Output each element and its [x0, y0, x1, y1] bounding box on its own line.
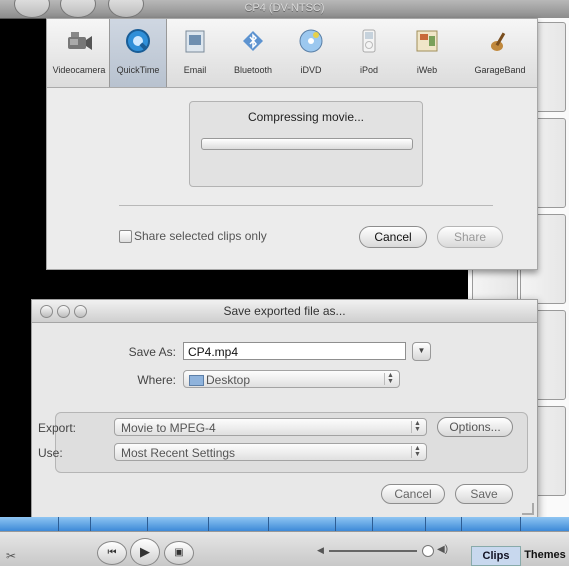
tab-label: iPod — [359, 65, 378, 75]
clips-button[interactable]: Clips — [471, 546, 521, 566]
timeline-tick — [90, 517, 91, 531]
export-options-box: Export: Movie to MPEG-4 ▲ ▼ Options... Us… — [38, 412, 528, 473]
timeline-tick — [268, 517, 269, 531]
tab-label: QuickTime — [116, 65, 160, 75]
where-label: Where: — [137, 373, 176, 387]
rewind-button[interactable]: ⏮ — [97, 541, 127, 565]
save-dialog-title-bar: Save exported file as... — [32, 300, 537, 323]
fullscreen-play-button[interactable]: ▣ — [164, 541, 194, 565]
divider — [119, 205, 493, 206]
timeline-tick — [335, 517, 336, 531]
cancel-button[interactable]: Cancel — [359, 226, 427, 248]
volume-knob[interactable] — [422, 545, 434, 557]
progress-bar — [201, 138, 413, 150]
rewind-icon: ⏮ — [107, 547, 117, 558]
save-as-field[interactable]: CP4.mp4 — [183, 342, 406, 360]
tab-label: Videocamera — [52, 65, 106, 75]
timeline-tick — [58, 517, 59, 531]
email-icon — [185, 30, 205, 53]
timeline-tick — [147, 517, 148, 531]
videocamera-icon — [68, 32, 92, 50]
export-value: Movie to MPEG-4 — [121, 421, 216, 435]
progress-panel: Compressing movie... — [189, 101, 423, 187]
export-label: Export: — [38, 421, 77, 435]
save-dialog-save-button[interactable]: Save — [455, 484, 513, 504]
save-dialog-cancel-button[interactable]: Cancel — [381, 484, 445, 504]
share-selected-clips-checkbox[interactable] — [119, 230, 132, 243]
use-label: Use: — [38, 446, 63, 460]
share-sheet: Videocamera QuickTime Email Bluetooth iD… — [46, 18, 538, 270]
garageband-icon — [491, 32, 506, 51]
updown-arrows-icon: ▲ ▼ — [411, 445, 423, 458]
tab-quicktime[interactable]: QuickTime — [109, 19, 167, 87]
tab-label: GarageBand — [474, 65, 526, 75]
timeline-tick — [372, 517, 373, 531]
fullscreen-play-icon: ▣ — [174, 547, 184, 558]
scissors-icon[interactable]: ✂ — [6, 549, 16, 563]
window-title: CP4 (DV-NTSC) — [244, 2, 325, 14]
tab-label: Email — [183, 65, 207, 75]
tab-ipod[interactable]: iPod — [341, 19, 397, 87]
progress-message: Compressing movie... — [247, 110, 365, 124]
volume-low-icon: ◀ — [317, 545, 324, 555]
timeline-strip[interactable] — [0, 517, 569, 531]
updown-arrows-icon: ▲ ▼ — [384, 372, 396, 385]
tab-label: iDVD — [300, 65, 322, 75]
use-value: Most Recent Settings — [121, 446, 236, 460]
save-dialog-title: Save exported file as... — [223, 304, 346, 318]
play-button[interactable]: ▶ — [130, 538, 160, 566]
iweb-icon — [416, 30, 438, 52]
volume-slider[interactable] — [329, 550, 417, 552]
options-button[interactable]: Options... — [437, 417, 513, 437]
save-as-label: Save As: — [128, 345, 176, 359]
share-button[interactable]: Share — [437, 226, 503, 248]
bluetooth-icon — [243, 31, 263, 51]
ipod-icon — [362, 29, 376, 53]
themes-button[interactable]: Themes — [521, 546, 569, 564]
timeline-tick — [461, 517, 462, 531]
timeline-tick — [208, 517, 209, 531]
share-selected-clips-label: Share selected clips only — [134, 229, 267, 243]
where-value: Desktop — [206, 373, 251, 387]
tab-iweb[interactable]: iWeb — [399, 19, 455, 87]
folder-icon — [189, 375, 204, 386]
chevron-down-icon: ▼ — [417, 346, 426, 355]
where-popup[interactable]: Desktop ▲ ▼ — [183, 370, 400, 388]
timeline-tick — [520, 517, 521, 531]
quicktime-icon — [126, 29, 150, 53]
tab-label: Bluetooth — [233, 65, 273, 75]
expand-dialog-button[interactable]: ▼ — [412, 342, 431, 361]
tab-idvd[interactable]: iDVD — [283, 19, 339, 87]
window-title-bar: CP4 (DV-NTSC) — [0, 0, 569, 19]
updown-arrows-icon: ▲ ▼ — [411, 420, 423, 433]
idvd-icon — [299, 29, 323, 53]
timeline-tick — [425, 517, 426, 531]
play-icon: ▶ — [140, 544, 150, 559]
resize-grip[interactable] — [522, 503, 534, 515]
volume-high-icon: ◀) — [437, 544, 449, 555]
tab-email[interactable]: Email — [167, 19, 223, 87]
save-dialog: Save exported file as... Save As: CP4.mp… — [31, 299, 538, 519]
tab-label: iWeb — [416, 65, 438, 75]
tab-videocamera[interactable]: Videocamera — [51, 19, 107, 87]
tab-garageband[interactable]: GarageBand — [467, 19, 533, 87]
share-tab-bar: Videocamera QuickTime Email Bluetooth iD… — [47, 19, 537, 88]
bottom-control-bar: ✂ ⏮ ▶ ▣ ◀ ◀) Clips Themes — [0, 531, 569, 566]
use-popup[interactable]: Most Recent Settings ▲ ▼ — [114, 443, 427, 461]
tab-bluetooth[interactable]: Bluetooth — [225, 19, 281, 87]
export-popup[interactable]: Movie to MPEG-4 ▲ ▼ — [114, 418, 427, 436]
